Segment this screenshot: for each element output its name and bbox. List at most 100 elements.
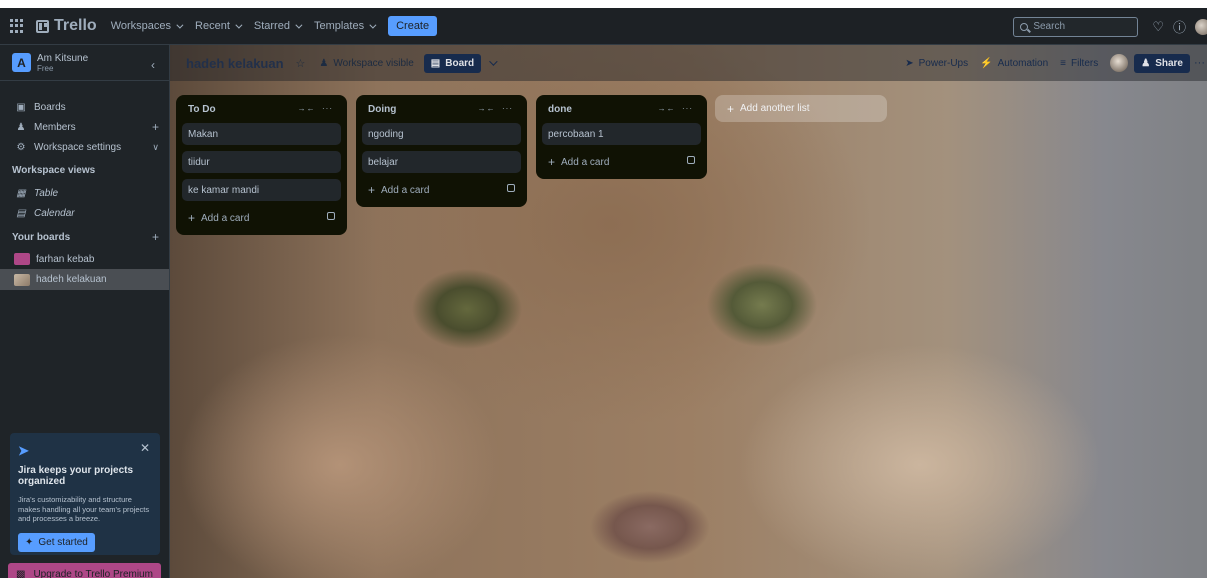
card[interactable]: percobaan 1 [542, 123, 701, 145]
add-member-icon[interactable]: + [152, 120, 159, 134]
share-label: Share [1155, 57, 1183, 69]
add-card-label: Add a card [381, 184, 430, 196]
chevron-down-icon: ∨ [152, 141, 159, 152]
sidebar-board-hadeh-kelakuan[interactable]: hadeh kelakuan [0, 269, 169, 290]
list-header: done →← ··· [542, 95, 701, 123]
list-title[interactable]: To Do [188, 104, 216, 115]
collapse-sidebar-icon[interactable]: ‹ [151, 58, 155, 72]
recent-menu-label: Recent [195, 20, 230, 32]
sidebar-board-farhan-kebab[interactable]: farhan kebab [0, 249, 169, 269]
automation-label: Automation [997, 57, 1049, 69]
list-doing: Doing →← ··· ngoding belajar + Add a car… [356, 95, 527, 207]
add-card-label: Add a card [201, 212, 250, 224]
trello-logo[interactable]: Trello [36, 17, 97, 35]
help-icon[interactable]: ⓘ [1173, 17, 1186, 36]
add-card-button[interactable]: + Add a card [362, 179, 521, 201]
board-view-button[interactable]: ▤ Board [423, 53, 482, 73]
chevron-down-icon [235, 21, 243, 29]
workspace-header: A Am Kitsune Free ‹ [0, 45, 169, 81]
top-navigation: Trello Workspaces Recent Starred Templat… [0, 8, 1207, 45]
sidebar-item-settings[interactable]: ⚙ Workspace settings ∨ [0, 137, 169, 157]
templates-menu[interactable]: Templates [313, 20, 377, 32]
create-button[interactable]: Create [388, 16, 438, 36]
list-collapse-and-menu-icon[interactable]: →← ··· [298, 104, 333, 113]
notification-icon[interactable]: ♡ [1152, 19, 1164, 35]
visibility-label: Workspace visible [333, 57, 414, 69]
share-button[interactable]: ♟ Share [1134, 53, 1190, 73]
top-right-controls: Search ♡ ⓘ [1013, 8, 1207, 45]
filter-icon: ≡ [1060, 57, 1066, 69]
star-icon[interactable]: ☆ [296, 57, 306, 70]
workspace-plan: Free [37, 63, 54, 73]
add-another-list-button[interactable]: + Add another list [715, 95, 887, 122]
power-ups-button[interactable]: ➤ Power-Ups [905, 58, 968, 69]
list-title[interactable]: Doing [368, 104, 396, 115]
board-header: hadeh kelakuan ☆ ♟ Workspace visible ▤ B… [170, 45, 1207, 81]
workspace-visible-icon: ♟ [319, 57, 329, 69]
filters-button[interactable]: ≡ Filters [1060, 58, 1098, 69]
power-ups-label: Power-Ups [918, 57, 969, 69]
card[interactable]: tiidur [182, 151, 341, 173]
sidebar-item-label: Workspace settings [34, 141, 122, 153]
your-boards-label: Your boards [12, 232, 71, 243]
visibility-button[interactable]: ♟ Workspace visible [319, 58, 413, 69]
jira-promo-body: Jira's customizability and structure mak… [18, 495, 150, 523]
members-icon: ♟ [16, 121, 26, 133]
jira-icon: ➤ [18, 443, 29, 458]
list-collapse-and-menu-icon[interactable]: →← ··· [478, 104, 513, 113]
get-started-button[interactable]: ✦ Get started [18, 532, 95, 552]
workspaces-menu-label: Workspaces [110, 20, 172, 32]
list-title[interactable]: done [548, 104, 572, 115]
sparkle-icon: ✦ [25, 536, 34, 548]
add-card-button[interactable]: + Add a card [542, 151, 701, 173]
upgrade-premium-button[interactable]: ▩ Upgrade to Trello Premium [8, 563, 161, 578]
lightning-icon: ⚡ [980, 57, 993, 69]
card[interactable]: ngoding [362, 123, 521, 145]
card[interactable]: Makan [182, 123, 341, 145]
sidebar-item-label: Table [34, 187, 59, 199]
sidebar-item-calendar[interactable]: ▤ Calendar [0, 203, 169, 223]
add-card-button[interactable]: + Add a card [182, 207, 341, 229]
recent-menu[interactable]: Recent [195, 20, 243, 32]
list-collapse-and-menu-icon[interactable]: →← ··· [658, 104, 693, 113]
add-board-icon[interactable]: + [152, 230, 159, 244]
search-input[interactable]: Search [1013, 16, 1139, 37]
plus-icon: + [368, 183, 376, 197]
jira-promo-title: Jira keeps your projects organized [18, 465, 134, 487]
starred-menu[interactable]: Starred [254, 20, 303, 32]
board-title[interactable]: hadeh kelakuan [186, 56, 284, 71]
plus-icon: + [548, 155, 556, 169]
sidebar-board-label: hadeh kelakuan [36, 274, 107, 285]
apps-grid-icon[interactable] [10, 19, 24, 33]
workspace-avatar: A [12, 53, 31, 72]
list-done: done →← ··· percobaan 1 + Add a card [536, 95, 707, 179]
sidebar-board-label: farhan kebab [36, 253, 95, 265]
workspaces-menu[interactable]: Workspaces [110, 20, 184, 32]
card-template-icon[interactable] [327, 212, 335, 220]
sidebar-item-table[interactable]: ▦ Table [0, 183, 169, 203]
list-to-do: To Do →← ··· Makan tiidur ke kamar mandi… [176, 95, 347, 235]
account-avatar[interactable] [1195, 18, 1207, 35]
card-template-icon[interactable] [507, 184, 515, 192]
more-options-icon[interactable]: ··· [1194, 57, 1205, 69]
card-template-icon[interactable] [687, 156, 695, 164]
sidebar-item-boards[interactable]: ▣ Boards [0, 97, 169, 117]
board-thumbnail [14, 273, 30, 286]
templates-menu-label: Templates [313, 20, 365, 32]
workspace-sidebar: A Am Kitsune Free ‹ ▣ Boards ♟ Members +… [0, 45, 170, 578]
automation-button[interactable]: ⚡ Automation [980, 58, 1048, 69]
card[interactable]: belajar [362, 151, 521, 173]
plus-icon: + [727, 101, 735, 116]
sidebar-item-label: Members [34, 121, 76, 133]
sidebar-item-members[interactable]: ♟ Members + [0, 117, 169, 137]
workspace-name: Am Kitsune [37, 52, 89, 64]
upgrade-premium-label: Upgrade to Trello Premium [33, 568, 153, 578]
card[interactable]: ke kamar mandi [182, 179, 341, 201]
sidebar-item-label: Calendar [34, 207, 75, 219]
chevron-down-icon[interactable] [489, 57, 498, 66]
table-icon: ▦ [16, 187, 26, 199]
close-icon[interactable]: ✕ [140, 441, 150, 455]
member-avatar[interactable] [1110, 54, 1129, 72]
board-thumbnail [14, 253, 30, 265]
plus-icon: + [188, 211, 196, 225]
